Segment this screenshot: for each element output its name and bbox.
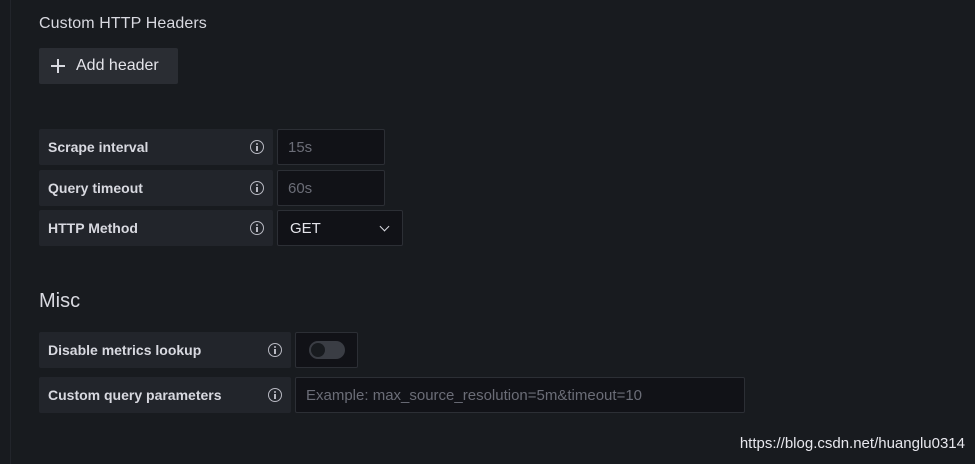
disable-metrics-label: Disable metrics lookup xyxy=(48,342,202,358)
custom-query-label: Custom query parameters xyxy=(48,387,222,403)
chevron-down-icon xyxy=(379,221,390,231)
scrape-interval-label: Scrape interval xyxy=(48,139,149,155)
http-method-label-box: HTTP Method xyxy=(39,210,273,246)
custom-query-label-box: Custom query parameters xyxy=(39,377,291,413)
custom-query-placeholder: Example: max_source_resolution=5m&timeou… xyxy=(306,386,643,404)
scrape-interval-input[interactable]: 15s xyxy=(277,129,385,165)
scrape-interval-label-box: Scrape interval xyxy=(39,129,273,165)
misc-title: Misc xyxy=(39,290,81,312)
custom-query-input[interactable]: Example: max_source_resolution=5m&timeou… xyxy=(295,377,745,413)
toggle-knob xyxy=(310,343,325,357)
scrape-interval-row: Scrape interval 15s xyxy=(39,129,385,165)
disable-metrics-toggle[interactable] xyxy=(308,341,345,359)
disable-metrics-label-box: Disable metrics lookup xyxy=(39,332,291,368)
query-timeout-label: Query timeout xyxy=(48,180,143,196)
query-timeout-placeholder: 60s xyxy=(288,179,313,197)
add-header-button[interactable]: Add header xyxy=(39,48,178,84)
watermark-text: https://blog.csdn.net/huanglu0314 xyxy=(739,435,965,452)
query-timeout-label-box: Query timeout xyxy=(39,170,273,206)
query-timeout-input[interactable]: 60s xyxy=(277,170,385,206)
http-method-value: GET xyxy=(290,219,321,237)
info-icon[interactable] xyxy=(268,343,282,357)
custom-query-row: Custom query parameters Example: max_sou… xyxy=(39,377,745,413)
http-method-row: HTTP Method GET xyxy=(39,210,403,246)
http-method-select[interactable]: GET xyxy=(277,210,403,246)
custom-http-headers-title: Custom HTTP Headers xyxy=(39,15,207,32)
http-method-label: HTTP Method xyxy=(48,220,138,236)
add-header-label: Add header xyxy=(76,57,159,74)
left-border xyxy=(10,0,11,464)
disable-metrics-toggle-wrap xyxy=(295,332,358,368)
plus-icon xyxy=(51,59,65,73)
disable-metrics-row: Disable metrics lookup xyxy=(39,332,358,368)
info-icon[interactable] xyxy=(250,181,264,195)
info-icon[interactable] xyxy=(250,140,264,154)
info-icon[interactable] xyxy=(268,388,282,402)
info-icon[interactable] xyxy=(250,221,264,235)
query-timeout-row: Query timeout 60s xyxy=(39,170,385,206)
scrape-interval-placeholder: 15s xyxy=(288,138,313,156)
